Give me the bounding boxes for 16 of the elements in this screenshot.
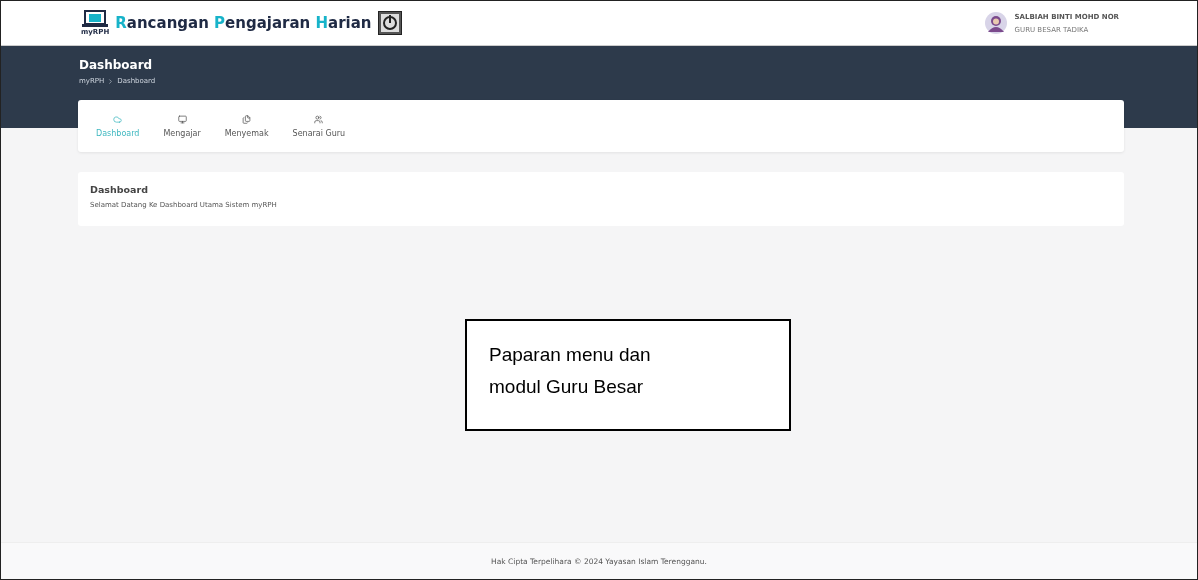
avatar: [984, 12, 1007, 34]
cloud-icon: [113, 114, 123, 124]
app-title: Rancangan Pengajaran Harian: [115, 14, 372, 32]
laptop-book-icon: [82, 10, 109, 28]
nav-tab[interactable]: Menyemak: [216, 110, 277, 142]
annotation-text: modul Guru Besar: [489, 375, 645, 399]
monitor-icon: [177, 114, 187, 124]
annotation-text: Paparan menu dan: [489, 343, 652, 367]
page-title: Dashboard: [79, 58, 154, 72]
power-logo-icon: [377, 11, 402, 35]
files-icon: [242, 114, 252, 124]
users-icon: [314, 114, 324, 124]
nav-tab[interactable]: Senarai Guru: [284, 110, 354, 142]
chevron-icon: [107, 77, 115, 85]
card-title: Dashboard: [90, 184, 149, 195]
nav-tab[interactable]: Mengajar: [155, 110, 209, 142]
